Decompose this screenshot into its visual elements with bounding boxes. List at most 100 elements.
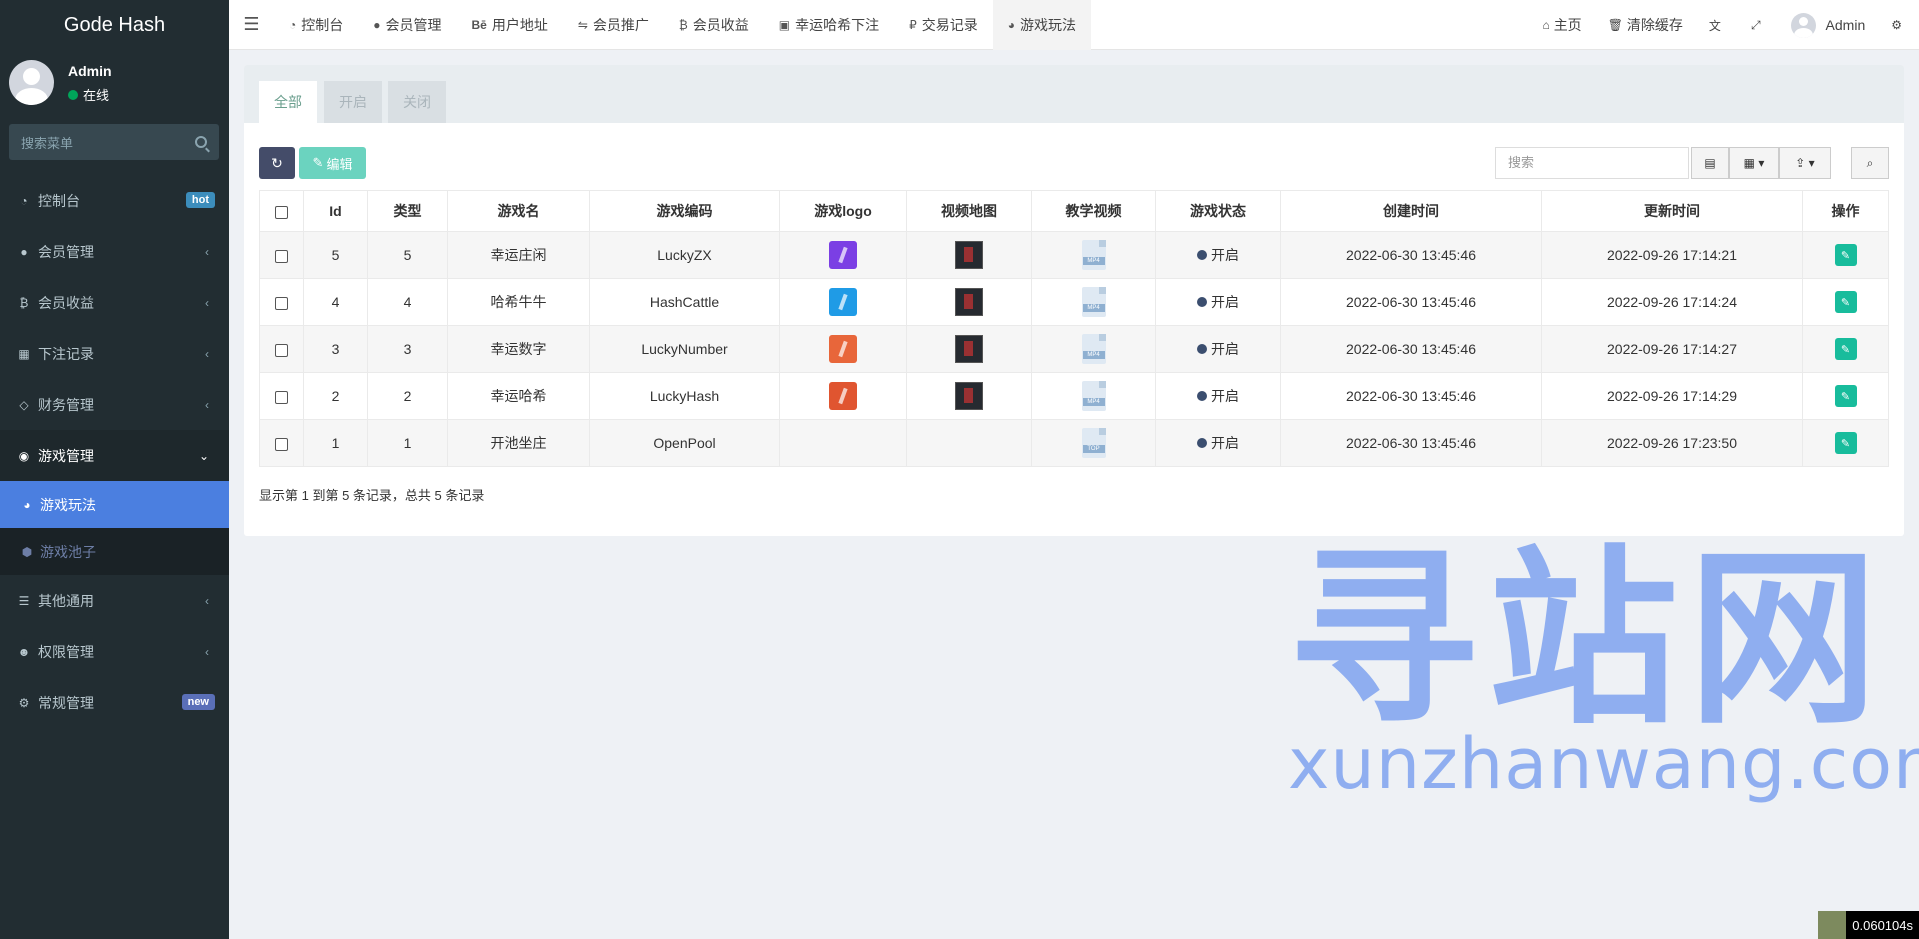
timer-value: 0.060104s [1852,917,1913,933]
game-logo-image[interactable] [829,288,857,316]
col-created[interactable]: 创建时间 [1280,190,1542,232]
home-link[interactable]: ⌂ 主页 [1529,0,1594,50]
sidebar-item-games[interactable]: ◉ 游戏管理 ⌄ [0,430,229,481]
sidebar-item-general[interactable]: ⚙ 常规管理 new [0,677,229,728]
game-logo-image[interactable] [829,382,857,410]
video-map-image[interactable] [955,241,983,269]
file-icon[interactable]: MP4 [1081,381,1106,411]
sidebar-search-input[interactable]: 搜索菜单 [9,124,219,160]
file-icon[interactable]: TOP [1081,428,1106,458]
cell-video-map [906,325,1032,373]
table-row[interactable]: 1 1 开池坐庄 OpenPool TOP 开启 2022-06-30 13:45:46 20… [259,419,1889,467]
sidebar-item-earnings[interactable]: ₿ 会员收益 ‹ [0,277,229,328]
user-menu[interactable]: Admin [1778,0,1879,50]
tab-members[interactable]: ● 会员管理 [358,0,456,50]
video-map-image[interactable] [955,288,983,316]
user-icon: ● [373,17,381,32]
search-button[interactable]: ⌕ [1851,147,1889,179]
table-row[interactable]: 2 2 幸运哈希 LuckyHash MP4 开启 2022-06-30 13:45:46 2… [259,372,1889,420]
edit-button[interactable]: ✎ 编辑 [299,147,366,179]
col-logo[interactable]: 游戏logo [779,190,907,232]
row-checkbox[interactable] [275,437,288,451]
col-tutorial-video[interactable]: 教学视频 [1031,190,1156,232]
row-checkbox[interactable] [275,343,288,357]
select-all-checkbox[interactable] [275,205,288,219]
table-row[interactable]: 3 3 幸运数字 LuckyNumber MP4 开启 2022-06-30 13:45:4… [259,325,1889,373]
refresh-button[interactable]: ↻ [259,147,295,179]
status-badge: 开启 [1197,245,1239,265]
bitcoin-icon: ₿ [19,295,29,310]
tab-transactions[interactable]: ₽ 交易记录 [894,0,993,50]
settings-button[interactable]: ⚙ [1878,0,1919,50]
tab-promotion[interactable]: ⇋ 会员推广 [563,0,664,50]
video-map-image[interactable] [955,335,983,363]
tab-user-address[interactable]: Bē 用户地址 [457,0,563,50]
cell-code: OpenPool [589,419,780,467]
top-navbar: ☰ ◔ 控制台 ● 会员管理 Bē 用户地址 ⇋ 会员推广 ₿ 会员收益 ▣ 幸运哈希下注 … [229,0,1919,50]
navbar-right: ⌂ 主页 🗑 清除缓存 文 ⤢ Admin ⚙ [1529,0,1919,50]
row-checkbox[interactable] [275,249,288,263]
row-checkbox[interactable] [275,390,288,404]
cell-code: HashCattle [589,278,780,326]
cogs-icon: ⚙ [18,695,30,710]
col-updated[interactable]: 更新时间 [1541,190,1803,232]
col-name[interactable]: 游戏名 [447,190,590,232]
user-name: Admin [68,63,112,79]
sidebar-item-other[interactable]: ☰ 其他通用 ‹ [0,575,229,626]
game-logo-image[interactable] [829,335,857,363]
tab-all[interactable]: 全部 [259,81,317,123]
cell-code: LuckyNumber [589,325,780,373]
col-status[interactable]: 游戏状态 [1155,190,1281,232]
file-icon[interactable]: MP4 [1081,334,1106,364]
status-label: 开启 [1211,341,1239,357]
video-map-image[interactable] [955,382,983,410]
table-search-input[interactable]: 搜索 [1495,147,1689,179]
sidebar-item-dashboard[interactable]: ◔ 控制台 hot [0,175,229,226]
behance-icon: Bē [471,17,487,32]
sidebar-item-members[interactable]: ● 会员管理 ‹ [0,226,229,277]
menu-toggle-icon[interactable]: ☰ [229,0,274,50]
tab-label: 会员收益 [692,16,749,33]
tab-dashboard[interactable]: ◔ 控制台 [274,0,358,50]
content-panel: 全部 开启 关闭 ↻ ✎ 编辑 搜索 ▤ ▦ ▾ ⇪ ▾ ⌕ Id 类型 游戏名 … [244,65,1904,536]
sidebar-item-bets[interactable]: ▦ 下注记录 ‹ [0,328,229,379]
col-code[interactable]: 游戏编码 [589,190,780,232]
file-icon[interactable]: MP4 [1081,287,1106,317]
table-row[interactable]: 5 5 幸运庄闲 LuckyZX MP4 开启 2022-06-30 13:45:46 202… [259,231,1889,279]
col-id[interactable]: Id [303,190,368,232]
row-edit-button[interactable]: ✎ [1834,385,1857,407]
clear-cache-button[interactable]: 🗑 清除缓存 [1595,0,1696,50]
row-checkbox[interactable] [275,296,288,310]
tab-lucky-hash-bets[interactable]: ▣ 幸运哈希下注 [764,0,894,50]
app-logo[interactable]: Gode Hash [0,0,229,50]
sidebar-item-finance[interactable]: ◇ 财务管理 ‹ [0,379,229,430]
sidebar-item-permissions[interactable]: ☻ 权限管理 ‹ [0,626,229,677]
export-button[interactable]: ⇪ ▾ [1779,147,1831,179]
fullscreen-button[interactable]: ⤢ [1738,0,1778,50]
tab-earnings[interactable]: ₿ 会员收益 [664,0,764,50]
row-edit-button[interactable]: ✎ [1834,244,1857,266]
language-button[interactable]: 文 [1696,0,1738,50]
col-type[interactable]: 类型 [367,190,448,232]
tab-game-rules[interactable]: ◕ 游戏玩法 [992,0,1092,50]
cell-name: 哈希牛牛 [447,278,590,326]
status-dot-icon [1197,391,1207,401]
game-logo-image[interactable] [829,241,857,269]
file-icon[interactable]: MP4 [1081,240,1106,270]
sidebar-item-game-pool[interactable]: ⬢ 游戏池子 [0,528,229,575]
cell-created: 2022-06-30 13:45:46 [1280,325,1542,373]
search-icon[interactable] [195,136,207,148]
toggle-view-button[interactable]: ▤ [1691,147,1729,179]
chevron-left-icon: ‹ [205,593,209,608]
table-row[interactable]: 4 4 哈希牛牛 HashCattle MP4 开启 2022-06-30 13:45:46… [259,278,1889,326]
col-video-map[interactable]: 视频地图 [906,190,1032,232]
row-edit-button[interactable]: ✎ [1834,291,1857,313]
user-circle-icon: ● [20,244,28,259]
columns-button[interactable]: ▦ ▾ [1729,147,1779,179]
cell-status: 开启 [1155,231,1281,279]
tab-enabled[interactable]: 开启 [324,81,382,123]
tab-disabled[interactable]: 关闭 [388,81,446,123]
row-edit-button[interactable]: ✎ [1834,432,1857,454]
row-edit-button[interactable]: ✎ [1834,338,1857,360]
sidebar-item-game-rules[interactable]: ◕ 游戏玩法 [0,481,229,528]
